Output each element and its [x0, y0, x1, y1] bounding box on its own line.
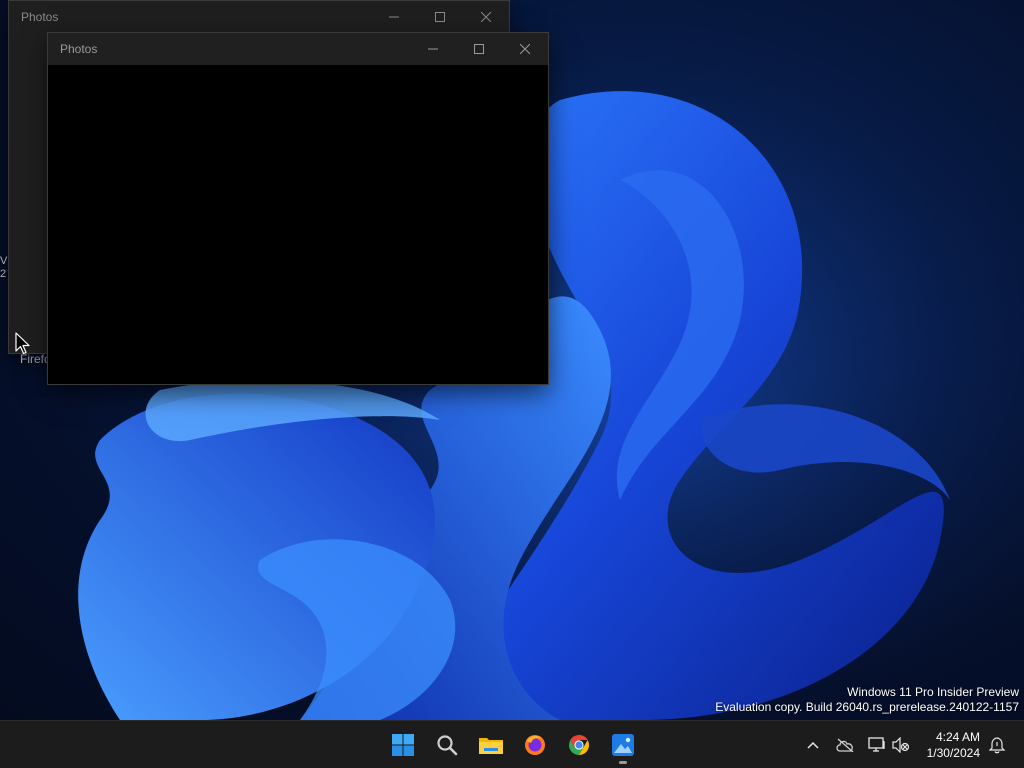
close-icon [481, 12, 491, 22]
network-tray-button[interactable] [865, 733, 889, 757]
watermark-line-1: Windows 11 Pro Insider Preview [847, 685, 1019, 699]
mouse-pointer-icon [15, 332, 30, 355]
volume-muted-icon [892, 737, 910, 753]
clock-date: 1/30/2024 [926, 746, 980, 760]
watermark-line-2: Evaluation copy. Build 26040.rs_prerelea… [715, 700, 1019, 714]
clock-time: 4:24 AM [935, 730, 980, 744]
search-button[interactable] [431, 729, 463, 761]
chevron-up-icon [807, 741, 819, 749]
notification-icon [988, 737, 1006, 754]
firefox-icon [525, 735, 545, 755]
onedrive-tray-button[interactable] [833, 733, 857, 757]
photos-button[interactable] [607, 729, 639, 761]
chrome-button[interactable] [563, 729, 595, 761]
minimize-icon [428, 48, 438, 50]
desktop: V 2 Firefo Photos Photos Windows 11 Pro … [0, 0, 1024, 720]
photos-icon [612, 734, 634, 756]
maximize-button[interactable] [417, 1, 463, 33]
file-explorer-button[interactable] [475, 729, 507, 761]
window-title: Photos [60, 42, 98, 56]
titlebar[interactable]: Photos [9, 1, 509, 34]
window-title: Photos [21, 10, 59, 24]
folder-icon [479, 738, 503, 754]
photo-viewer-canvas[interactable] [48, 65, 548, 384]
chrome-icon [569, 735, 589, 755]
close-icon [520, 44, 530, 54]
maximize-icon [435, 12, 445, 22]
firefox-button[interactable] [519, 729, 551, 761]
active-app-indicator [619, 761, 627, 764]
cloud-offline-icon [836, 738, 854, 752]
titlebar[interactable]: Photos [48, 33, 548, 65]
photos-window-front[interactable]: Photos [47, 32, 549, 385]
close-button[interactable] [502, 33, 548, 65]
minimize-button[interactable] [371, 1, 417, 33]
maximize-button[interactable] [456, 33, 502, 65]
close-button[interactable] [463, 1, 509, 33]
taskbar: 4:24 AM 1/30/2024 [0, 720, 1024, 768]
show-hidden-icons-button[interactable] [801, 733, 825, 757]
minimize-icon [389, 16, 399, 18]
system-clock[interactable]: 4:24 AM 1/30/2024 [927, 729, 980, 761]
minimize-button[interactable] [410, 33, 456, 65]
notification-center-button[interactable] [985, 733, 1009, 757]
volume-tray-button[interactable] [889, 733, 913, 757]
search-icon [437, 735, 458, 756]
start-button[interactable] [387, 729, 419, 761]
network-icon [868, 737, 885, 752]
windows-logo-icon [392, 734, 414, 756]
maximize-icon [474, 44, 484, 54]
evaluation-watermark: Windows 11 Pro Insider Preview Evaluatio… [715, 685, 1019, 715]
